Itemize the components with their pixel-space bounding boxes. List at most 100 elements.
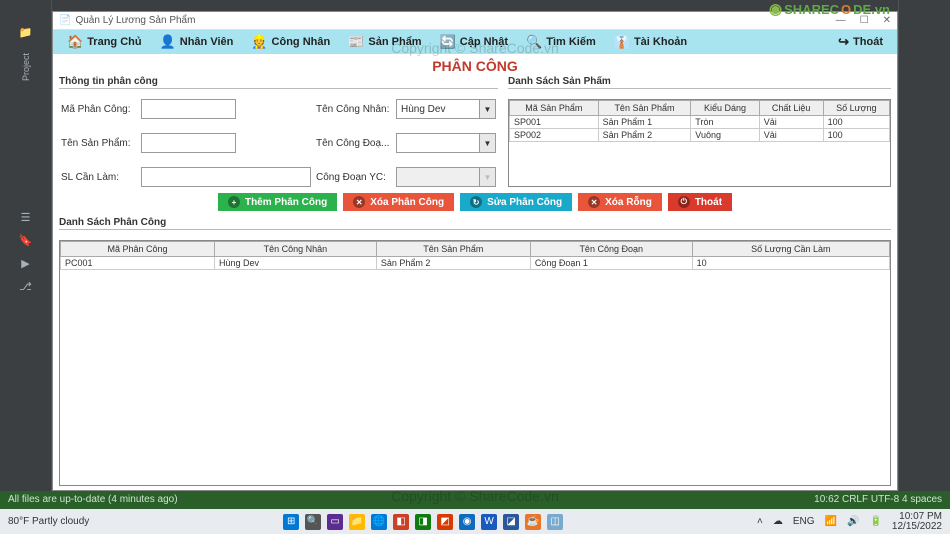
tensp-label: Tên Sản Phẩm: [61,138,135,149]
nav-sanpham[interactable]: 📰Sản Phẩm [340,30,429,54]
chrome-icon[interactable]: ◉ [459,514,475,530]
search-icon: 🔍 [526,34,542,50]
table-cell: Hùng Dev [215,257,377,270]
table-cell: SP001 [510,116,599,129]
git-icon[interactable]: ⎇ [19,280,32,293]
app-window: 📄 Quản Lý Lương Sản Phẩm — ☐ ✕ 🏠Trang Ch… [52,11,898,491]
search-icon[interactable]: 🔍 [305,514,321,530]
plus-icon: + [228,196,240,208]
table-cell: Sản Phẩm 1 [598,116,691,129]
project-label: Project [21,53,31,81]
edit-button[interactable]: ↻Sửa Phân Công [460,193,572,211]
structure-icon[interactable]: ☰ [21,211,31,224]
tencd-label: Tên Công Đoạ... [316,138,390,149]
table-cell: Vải [759,129,823,142]
table-cell: 100 [823,129,889,142]
assignments-section-header: Danh Sách Phân Công [59,217,891,230]
exit-button[interactable]: ⏻Thoát [668,193,732,211]
table-cell: Công Đoạn 1 [530,257,692,270]
table-cell: 100 [823,116,889,129]
chevron-down-icon[interactable]: ▼ [479,100,495,118]
taskview-icon[interactable]: ▭ [327,514,343,530]
edge-icon[interactable]: 🌐 [371,514,387,530]
ide-left-gutter: 📁 Project ☰ 🔖 ▶ ⎇ [0,0,52,494]
sl-label: SL Cần Làm: [61,172,135,183]
java-icon[interactable]: ☕ [525,514,541,530]
app-icon[interactable]: ◨ [415,514,431,530]
app-icon[interactable]: ◧ [393,514,409,530]
nav-home[interactable]: 🏠Trang Chủ [59,30,150,54]
clock-time[interactable]: 10:07 PM [892,512,942,522]
delete-button[interactable]: ✕Xóa Phân Công [343,193,454,211]
clock-date[interactable]: 12/15/2022 [892,522,942,532]
ide-status-bar: All files are up-to-date (4 minutes ago)… [0,491,950,509]
x-icon: ✕ [588,196,600,208]
maphan-label: Mã Phân Công: [61,104,135,115]
table-row[interactable]: SP002Sản Phẩm 2VuôngVải100 [510,129,890,142]
products-section-header: Danh Sách Sản Phẩm [508,76,891,89]
table-header: Kiểu Dáng [691,101,759,116]
chevron-down-icon: ▼ [479,168,495,186]
products-table[interactable]: Mã Sản PhẩmTên Sản PhẩmKiểu DángChất Liệ… [508,99,891,187]
app-icon[interactable]: ◪ [503,514,519,530]
start-icon[interactable]: ⊞ [283,514,299,530]
table-row[interactable]: PC001Hùng DevSản Phẩm 2Công Đoạn 110 [61,257,890,270]
app-icon[interactable]: ◩ [437,514,453,530]
table-header: Chất Liệu [759,101,823,116]
table-cell: SP002 [510,129,599,142]
sharecode-logo: ◉SHARECODE.vn [769,0,890,18]
exit-icon: ↪ [838,34,849,50]
app-icon: 📄 [59,15,71,26]
lang-indicator[interactable]: ENG [793,516,815,527]
x-icon: ✕ [353,196,365,208]
user-icon: 👤 [160,34,176,50]
table-row[interactable]: SP001Sản Phẩm 1TrònVải100 [510,116,890,129]
volume-icon[interactable]: 🔊 [847,516,859,527]
nav-timkiem[interactable]: 🔍Tìm Kiếm [518,30,604,54]
tencn-combo[interactable]: Hùng Dev▼ [396,99,496,119]
tray-chevron-icon[interactable]: ˄ [757,516,763,527]
clear-button[interactable]: ✕Xóa Rỗng [578,193,662,211]
sl-input[interactable] [141,167,311,187]
wifi-icon[interactable]: 📶 [825,516,837,527]
tencn-label: Tên Công Nhân: [316,104,390,115]
nav-taikhoan[interactable]: 👔Tài Khoản [606,30,695,54]
tensp-input[interactable] [141,133,236,153]
onedrive-icon[interactable]: ☁ [773,516,783,527]
cdyc-combo: ▼ [396,167,496,187]
assignments-table[interactable]: Mã Phân CôngTên Công NhânTên Sản PhẩmTên… [59,240,891,486]
table-cell: Vuông [691,129,759,142]
explorer-icon[interactable]: 📁 [349,514,365,530]
bookmarks-icon[interactable]: 🔖 [19,234,33,247]
ide-right-gutter [898,0,950,494]
chevron-down-icon[interactable]: ▼ [479,134,495,152]
table-header: Tên Sản Phẩm [598,101,691,116]
nav-thoat[interactable]: ↪Thoát [830,30,891,54]
tencd-combo[interactable]: ▼ [396,133,496,153]
refresh-icon: 🔄 [440,34,456,50]
account-icon: 👔 [614,34,630,50]
product-icon: 📰 [348,34,364,50]
word-icon[interactable]: W [481,514,497,530]
maphan-input[interactable] [141,99,236,119]
nav-nhanvien[interactable]: 👤Nhân Viên [152,30,242,54]
table-cell: Tròn [691,116,759,129]
main-toolbar: 🏠Trang Chủ 👤Nhân Viên 👷Công Nhân 📰Sản Ph… [53,30,897,54]
table-header: Mã Sản Phẩm [510,101,599,116]
weather-widget[interactable]: 80°F Partly cloudy [8,516,89,527]
battery-icon[interactable]: 🔋 [869,516,881,527]
add-button[interactable]: +Thêm Phân Công [218,193,337,211]
home-icon: 🏠 [67,34,83,50]
windows-taskbar[interactable]: 80°F Partly cloudy ⊞ 🔍 ▭ 📁 🌐 ◧ ◨ ◩ ◉ W ◪… [0,509,950,534]
power-icon: ⏻ [678,196,690,208]
app-icon[interactable]: ◫ [547,514,563,530]
worker-icon: 👷 [251,34,267,50]
window-title: Quản Lý Lương Sản Phẩm [75,15,195,26]
table-header: Tên Công Đoạn [530,242,692,257]
nav-capnhat[interactable]: 🔄Cập Nhật [432,30,516,54]
form-section-header: Thông tin phân công [59,76,498,89]
run-icon[interactable]: ▶ [21,257,29,270]
table-cell: 10 [692,257,889,270]
nav-congnhan[interactable]: 👷Công Nhân [243,30,338,54]
project-icon[interactable]: 📁 [19,26,33,39]
